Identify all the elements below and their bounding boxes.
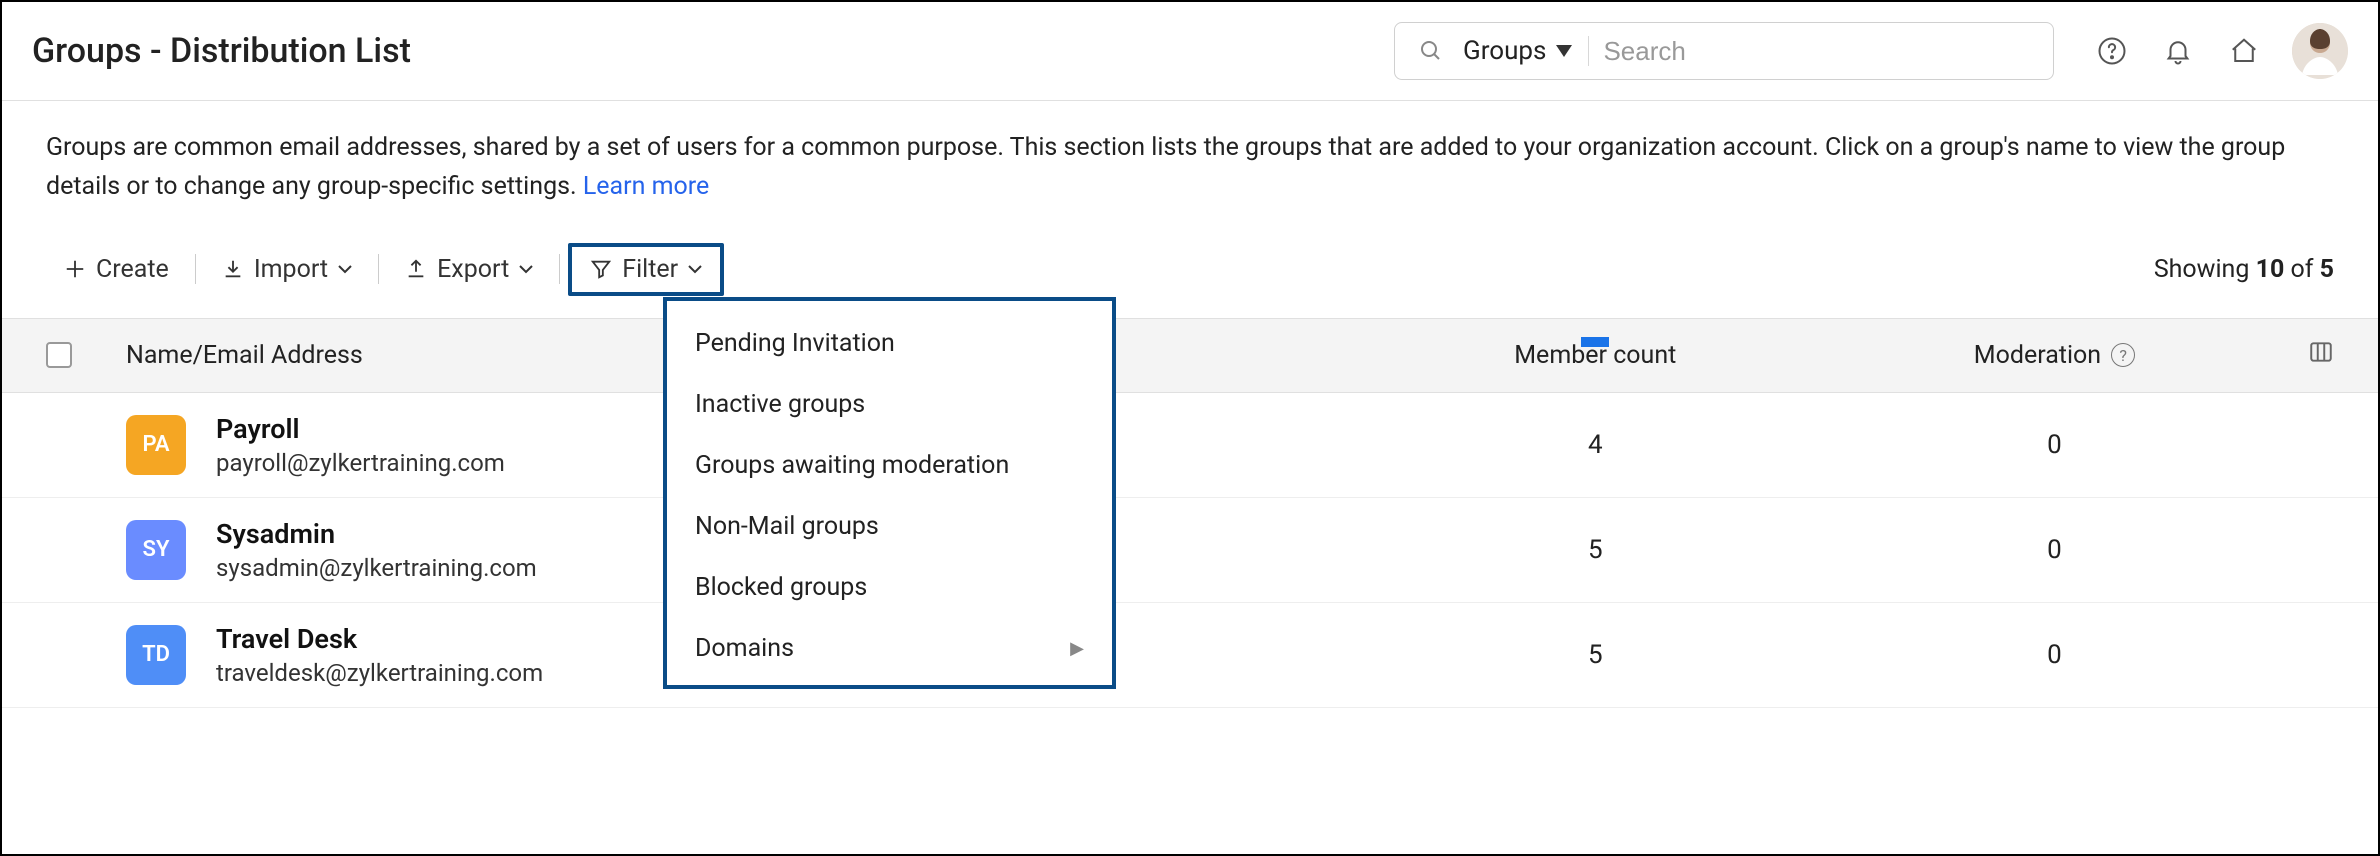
group-email: traveldesk@zylkertraining.com	[216, 659, 543, 687]
select-all-checkbox[interactable]	[46, 342, 72, 368]
filter-option-label: Non-Mail groups	[695, 512, 879, 541]
search-scope-label: Groups	[1463, 36, 1546, 66]
table-row[interactable]: SY Sysadmin sysadmin@zylkertraining.com …	[2, 498, 2378, 603]
page-description: Groups are common email addresses, share…	[2, 101, 2378, 225]
columns-icon	[2308, 339, 2334, 365]
row-member-count: 5	[1366, 535, 1825, 565]
top-bar: Groups - Distribution List Groups	[2, 2, 2378, 101]
home-icon[interactable]	[2226, 33, 2262, 69]
select-all-cell	[46, 342, 126, 368]
submenu-arrow-icon: ▶	[1070, 638, 1084, 659]
group-avatar: SY	[126, 520, 186, 580]
group-name[interactable]: Travel Desk	[216, 623, 543, 655]
showing-prefix: Showing	[2154, 255, 2256, 284]
sort-indicator	[1581, 337, 1609, 347]
separator	[378, 254, 379, 284]
chevron-down-icon	[519, 264, 533, 274]
row-moderation: 0	[1825, 640, 2284, 670]
filter-option-non-mail[interactable]: Non-Mail groups	[667, 496, 1112, 557]
create-label: Create	[96, 255, 169, 284]
table-header: Name/Email Address ? Member count Modera…	[2, 318, 2378, 393]
search-scope-selector[interactable]: Groups	[1463, 36, 1589, 66]
separator	[195, 254, 196, 284]
row-moderation: 0	[1825, 430, 2284, 460]
chevron-down-icon	[338, 264, 352, 274]
create-button[interactable]: Create	[46, 247, 187, 292]
group-email: sysadmin@zylkertraining.com	[216, 554, 537, 582]
plus-icon	[64, 258, 86, 280]
search-box[interactable]: Groups	[1394, 22, 2054, 80]
search-input[interactable]	[1603, 36, 2035, 67]
filter-option-domains[interactable]: Domains ▶	[667, 618, 1112, 679]
filter-dropdown: Pending Invitation Inactive groups Group…	[663, 297, 1116, 689]
table-row[interactable]: PA Payroll payroll@zylkertraining.com Me…	[2, 393, 2378, 498]
table: Name/Email Address ? Member count Modera…	[2, 318, 2378, 708]
column-settings[interactable]	[2284, 339, 2334, 372]
group-email: payroll@zylkertraining.com	[216, 449, 505, 477]
export-button[interactable]: Export	[387, 247, 551, 292]
filter-label: Filter	[622, 255, 678, 284]
showing-mid: of	[2284, 255, 2319, 284]
chevron-down-icon	[688, 264, 702, 274]
filter-icon	[590, 258, 612, 280]
filter-option-blocked[interactable]: Blocked groups	[667, 557, 1112, 618]
caret-down-icon	[1556, 45, 1572, 57]
search-icon	[1413, 33, 1449, 69]
column-member-count[interactable]: Member count	[1366, 341, 1825, 370]
filter-option-label: Groups awaiting moderation	[695, 451, 1009, 480]
showing-total: 5	[2320, 255, 2334, 284]
filter-option-label: Blocked groups	[695, 573, 867, 602]
showing-count: 10	[2256, 255, 2285, 284]
help-icon[interactable]	[2094, 33, 2130, 69]
import-icon	[222, 258, 244, 280]
toolbar: Create Import Export Filter Showing 10 o…	[2, 225, 2378, 318]
row-member-count: 4	[1366, 430, 1825, 460]
page-title: Groups - Distribution List	[32, 31, 411, 71]
group-name[interactable]: Payroll	[216, 413, 505, 445]
import-button[interactable]: Import	[204, 247, 370, 292]
import-label: Import	[254, 255, 328, 284]
filter-option-pending-invitation[interactable]: Pending Invitation	[667, 313, 1112, 374]
help-icon[interactable]: ?	[2111, 343, 2135, 367]
separator	[559, 254, 560, 284]
bell-icon[interactable]	[2160, 33, 2196, 69]
learn-more-link[interactable]: Learn more	[583, 172, 709, 201]
column-moderation-label: Moderation	[1974, 341, 2101, 370]
showing-text: Showing 10 of 5	[2154, 255, 2334, 284]
row-member-count: 5	[1366, 640, 1825, 670]
export-icon	[405, 258, 427, 280]
row-moderation: 0	[1825, 535, 2284, 565]
group-avatar: PA	[126, 415, 186, 475]
filter-button[interactable]: Filter	[568, 243, 724, 296]
group-avatar: TD	[126, 625, 186, 685]
filter-option-label: Pending Invitation	[695, 329, 895, 358]
top-icons	[2094, 23, 2348, 79]
column-moderation[interactable]: Moderation ?	[1825, 341, 2284, 370]
filter-option-label: Domains	[695, 634, 794, 663]
filter-option-awaiting-moderation[interactable]: Groups awaiting moderation	[667, 435, 1112, 496]
description-text: Groups are common email addresses, share…	[46, 133, 2285, 201]
avatar[interactable]	[2292, 23, 2348, 79]
export-label: Export	[437, 255, 509, 284]
filter-option-inactive-groups[interactable]: Inactive groups	[667, 374, 1112, 435]
group-name[interactable]: Sysadmin	[216, 518, 537, 550]
filter-option-label: Inactive groups	[695, 390, 865, 419]
table-row[interactable]: TD Travel Desk traveldesk@zylkertraining…	[2, 603, 2378, 708]
